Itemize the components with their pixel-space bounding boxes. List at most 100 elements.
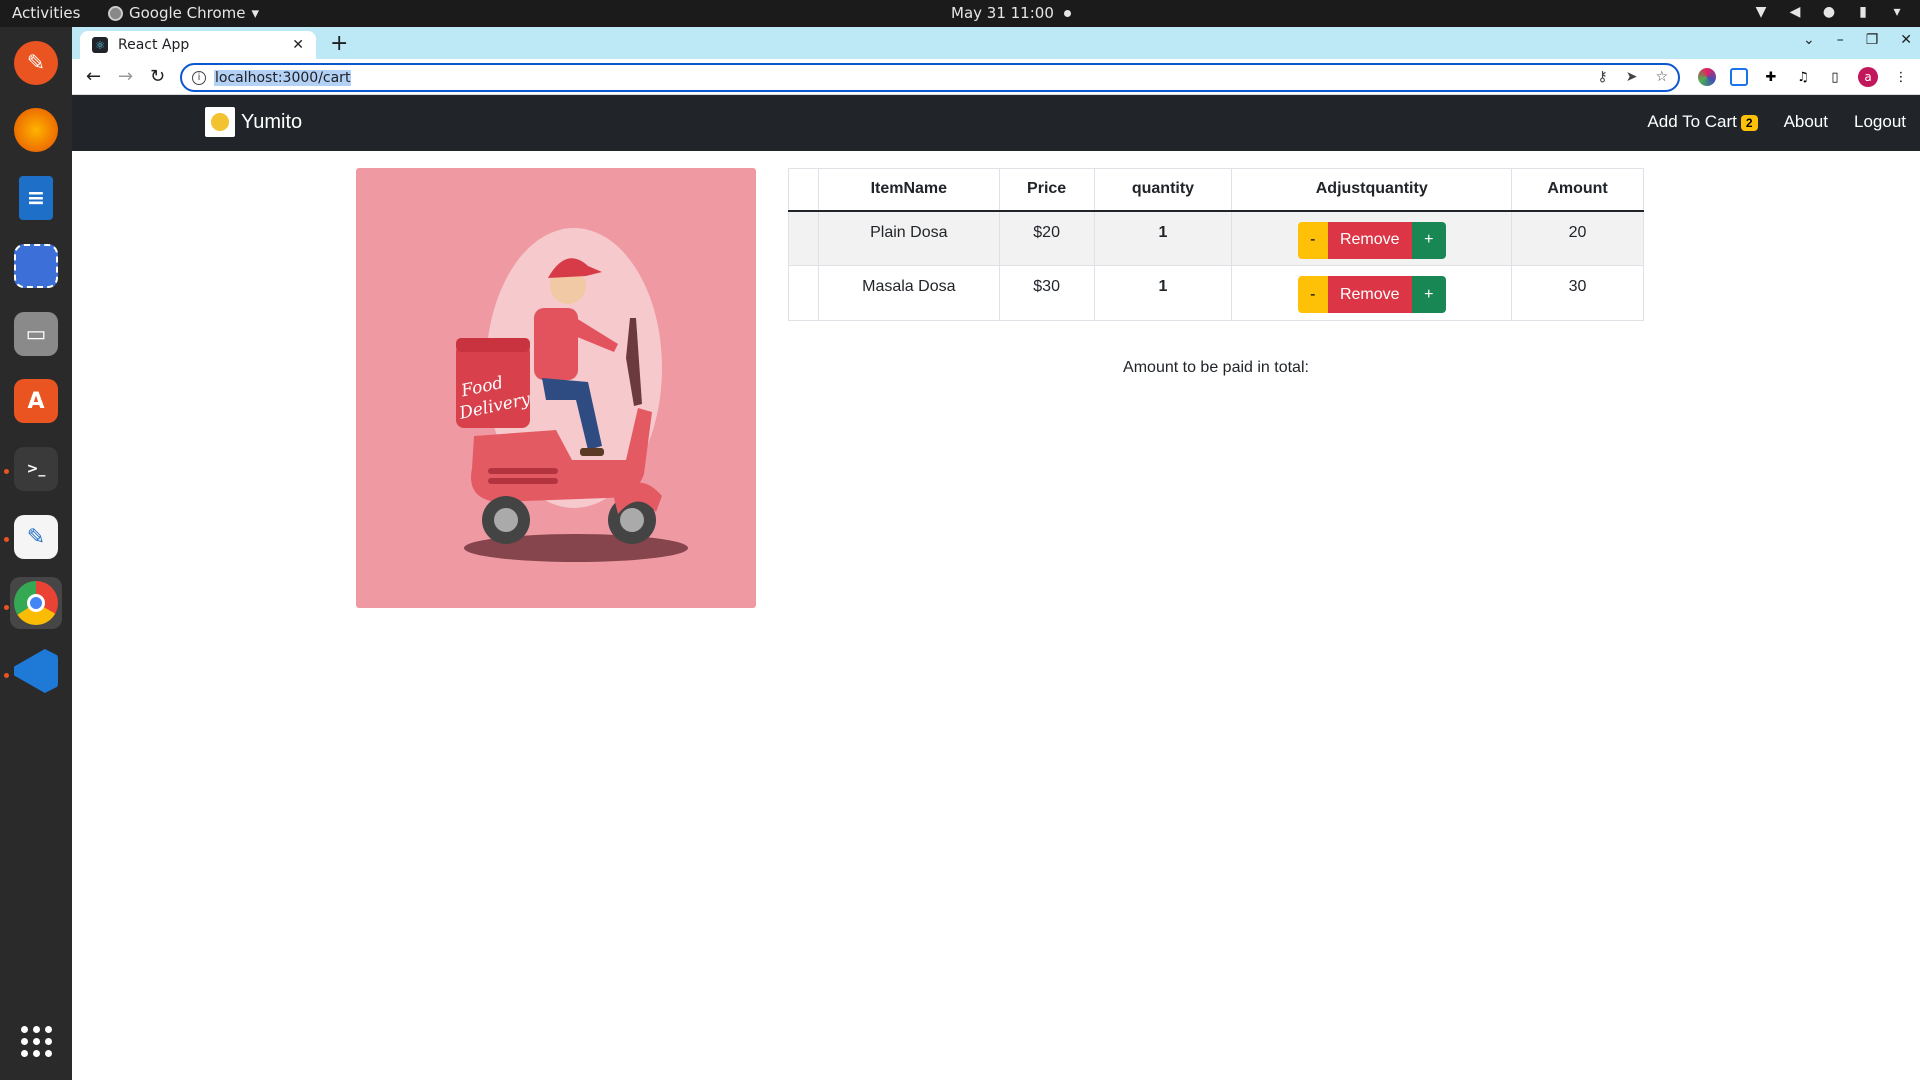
wifi-icon: ▼ [1755,4,1767,20]
increase-quantity-button[interactable]: + [1411,276,1446,313]
reload-icon[interactable]: ↻ [150,66,165,87]
activities-button[interactable]: Activities [12,4,80,22]
header-amount: Amount [1511,168,1644,212]
side-panel-icon[interactable]: ▯ [1826,68,1844,86]
tab-title: React App [118,37,190,53]
price-cell: $30 [998,265,1095,321]
remove-item-button[interactable]: Remove [1327,221,1412,259]
extensions-area: ✚ ♫ ▯ a ⋮ [1698,67,1910,87]
screenshot-icon [14,244,58,288]
brand-name: Yumito [241,110,303,133]
volume-icon: ◀ [1789,4,1801,20]
terminal-icon: >_ [14,447,58,491]
media-icon[interactable]: ♫ [1794,68,1812,86]
power-menu-icon: ▾ [1893,4,1901,20]
dock-inkscape[interactable]: ✎ [10,37,62,89]
decrease-quantity-button[interactable]: - [1297,276,1328,313]
new-tab-button[interactable]: + [330,31,348,56]
dock-firefox[interactable] [10,104,62,156]
color-extension-icon[interactable] [1698,68,1716,86]
tab-close-icon[interactable]: ✕ [292,37,304,53]
puzzle-icon[interactable]: ✚ [1762,68,1780,86]
url-text[interactable]: localhost:3000/cart [214,69,352,86]
item-name-cell: Masala Dosa [817,265,1000,321]
nav-links: Add To Cart 2 About Logout [1647,112,1906,132]
total-amount-text: Amount to be paid in total: [1123,359,1309,376]
menu-dots-icon[interactable]: ⋮ [1892,68,1910,86]
browser-window: ⚛ React App ✕ + ⌄ – ❐ ✕ ← → ↻ i localhos… [72,27,1920,1080]
profile-avatar[interactable]: a [1858,67,1878,87]
restore-icon[interactable]: ❐ [1866,32,1879,48]
remove-item-button[interactable]: Remove [1327,276,1412,313]
key-icon[interactable]: ⚷ [1597,69,1607,85]
app-navbar: Yumito Add To Cart 2 About Logout [72,95,1920,151]
nav-add-to-cart[interactable]: Add To Cart 2 [1647,112,1758,132]
chrome-mini-icon [108,5,123,21]
document-icon: ≡ [19,176,53,220]
clock-label: May 31 11:00 [951,4,1054,22]
row-index-cell [788,210,819,266]
microphone-icon: ● [1822,4,1836,20]
screen-capture-icon[interactable] [1730,68,1748,86]
battery-icon: ▮ [1859,4,1867,20]
grid-icon [20,1025,52,1057]
minimize-icon[interactable]: – [1837,32,1844,48]
folder-icon: ▭ [14,312,58,356]
tab-react-app[interactable]: ⚛ React App ✕ [80,31,316,59]
running-indicator [4,469,9,474]
vscode-icon [14,649,58,693]
decrease-quantity-button[interactable]: - [1297,221,1328,259]
dock: ✎ ≡ ▭ A >_ ✎ [0,27,72,1080]
dock-text-editor[interactable]: ✎ [10,511,62,563]
dock-screenshot[interactable] [10,240,62,292]
table-row: Masala Dosa $30 1 - Remove + 30 [788,265,1644,321]
amount-cell: 30 [1511,265,1644,321]
react-favicon-icon: ⚛ [92,37,108,53]
tab-search-icon[interactable]: ⌄ [1803,32,1815,48]
chrome-icon [14,581,58,625]
running-indicator [4,673,9,678]
brand[interactable]: Yumito [205,107,302,137]
cart-table: ItemName Price quantity Adjustquantity A… [788,168,1644,321]
adjust-quantity-cell: - Remove + [1231,210,1513,266]
nav-logout[interactable]: Logout [1854,112,1906,132]
address-bar[interactable]: i localhost:3000/cart ⚷ ➤ ☆ [180,63,1680,92]
table-header-row: ItemName Price quantity Adjustquantity A… [788,168,1644,212]
dock-software[interactable]: A [10,375,62,427]
system-tray[interactable]: ▼ ◀ ● ▮ ▾ [1752,3,1906,21]
app-menu-label: Google Chrome [129,4,246,22]
table-row: Plain Dosa $20 1 - Remove + 20 [788,210,1644,266]
app-menu[interactable]: Google Chrome ▾ [108,4,259,22]
text-editor-icon: ✎ [14,515,58,559]
header-item-name: ItemName [817,168,1000,212]
tab-strip: ⚛ React App ✕ + ⌄ – ❐ ✕ [72,27,1920,59]
food-delivery-illustration: Food Delivery [356,168,756,608]
price-cell: $20 [998,210,1095,266]
dock-writer[interactable]: ≡ [10,172,62,224]
dock-vscode[interactable] [10,645,62,697]
firefox-icon [14,108,58,152]
forward-arrow-icon[interactable]: → [118,66,133,87]
site-info-icon[interactable]: i [192,70,206,85]
nav-about[interactable]: About [1784,112,1828,132]
running-indicator [4,537,9,542]
dock-chrome[interactable] [10,577,62,629]
dock-terminal[interactable]: >_ [10,443,62,495]
quantity-button-group: - Remove + [1297,276,1446,313]
show-apps-button[interactable] [10,1015,62,1067]
header-adjust-quantity: Adjustquantity [1231,168,1513,212]
quantity-button-group: - Remove + [1297,221,1446,259]
send-icon[interactable]: ➤ [1626,69,1638,85]
increase-quantity-button[interactable]: + [1411,221,1446,259]
delivery-scooter-image: Food Delivery [456,228,688,562]
cart-count-badge: 2 [1740,115,1758,131]
quantity-cell: 1 [1093,265,1233,321]
header-index [788,168,819,212]
dock-files[interactable]: ▭ [10,308,62,360]
browser-toolbar: ← → ↻ i localhost:3000/cart ⚷ ➤ ☆ ✚ ♫ ▯ … [72,59,1920,95]
close-window-icon[interactable]: ✕ [1900,32,1912,48]
back-arrow-icon[interactable]: ← [86,66,101,87]
clock[interactable]: May 31 11:00 [951,4,1071,22]
web-page: Yumito Add To Cart 2 About Logout Food D… [72,95,1920,1080]
bookmark-star-icon[interactable]: ☆ [1655,69,1668,85]
